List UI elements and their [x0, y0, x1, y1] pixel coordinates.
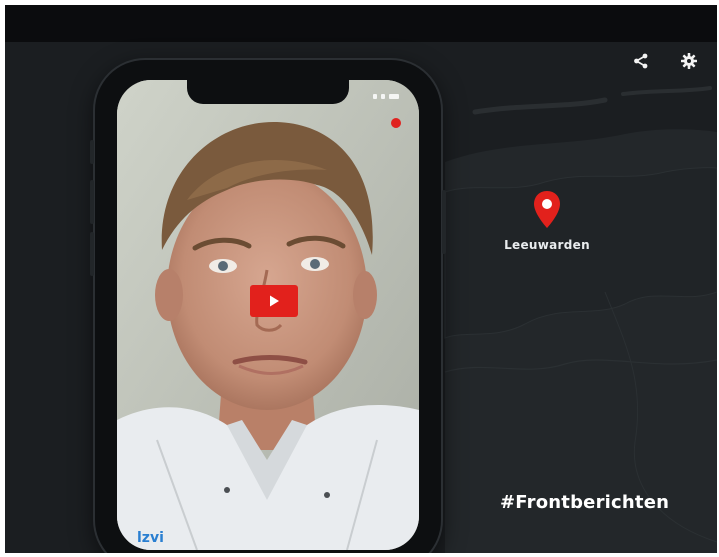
gear-icon: [681, 53, 697, 69]
video-player[interactable]: Leeuwarden lzvi #Frontberichten: [5, 5, 717, 553]
phone-power-button: [442, 190, 446, 254]
phone-notch: [187, 80, 349, 104]
recording-indicator: [391, 118, 401, 128]
svg-text:lzvi: lzvi: [137, 530, 164, 546]
location-pin-icon: [534, 191, 560, 228]
phone-volume-up: [90, 180, 94, 224]
player-top-bar: [5, 5, 717, 42]
phone-volume-down: [90, 232, 94, 276]
location-label: Leeuwarden: [504, 238, 590, 252]
share-button[interactable]: [629, 49, 653, 73]
play-icon: [270, 295, 279, 307]
hashtag-caption: #Frontberichten: [500, 492, 670, 513]
play-button[interactable]: [250, 285, 298, 317]
settings-button[interactable]: [677, 49, 701, 73]
share-icon: [634, 53, 648, 69]
phone-mute-switch: [90, 140, 94, 164]
phone-status-icons: [359, 94, 399, 100]
